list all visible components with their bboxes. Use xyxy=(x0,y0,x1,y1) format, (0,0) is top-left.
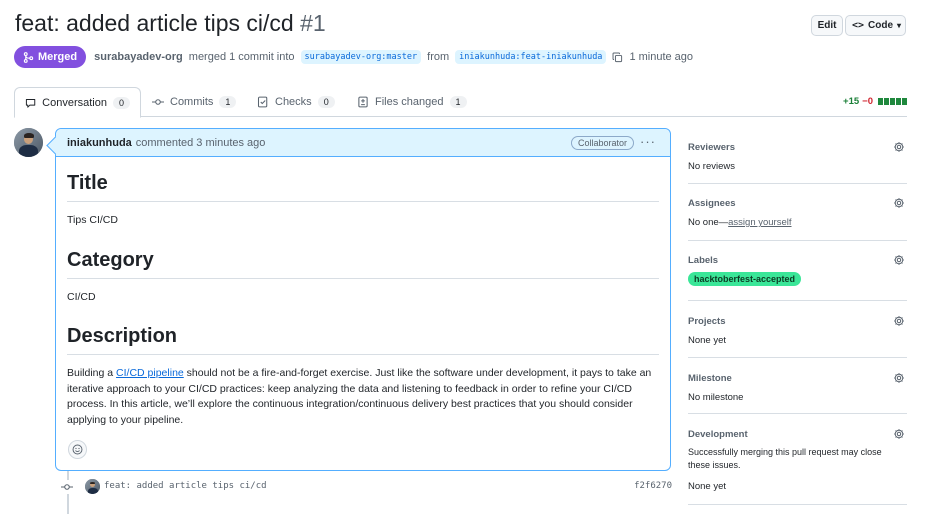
gear-icon[interactable] xyxy=(893,428,905,440)
sidebar-reviewers: Reviewers No reviews xyxy=(688,128,907,184)
milestone-value: No milestone xyxy=(688,392,744,403)
tab-files-changed-count: 1 xyxy=(449,96,467,108)
diffstat-block xyxy=(878,98,883,105)
assignees-none-text: No one— xyxy=(688,217,729,228)
diffstat-deletions: −0 xyxy=(862,96,873,107)
ci-cd-pipeline-link[interactable]: CI/CD pipeline xyxy=(116,367,184,379)
tab-conversation[interactable]: Conversation 0 xyxy=(14,87,141,118)
merge-actor-link[interactable]: surabayadev-org xyxy=(94,51,183,63)
comment-body: Title Tips CI/CD Category CI/CD Descript… xyxy=(56,172,670,428)
smiley-icon xyxy=(72,444,83,455)
diffstat: +15 −0 xyxy=(843,96,907,107)
gear-icon[interactable] xyxy=(893,372,905,384)
code-button[interactable]: <> Code ▾ xyxy=(845,15,906,36)
milestone-heading[interactable]: Milestone xyxy=(688,373,732,384)
tab-conversation-label: Conversation xyxy=(42,96,107,109)
pr-state-row: Merged surabayadev-org merged 1 commit i… xyxy=(14,46,693,68)
diffstat-block xyxy=(902,98,907,105)
reviewers-heading[interactable]: Reviewers xyxy=(688,142,735,153)
development-note: Successfully merging this pull request m… xyxy=(688,447,882,470)
comment-meta: commented 3 minutes ago xyxy=(135,136,266,149)
development-value: None yet xyxy=(688,481,727,492)
tab-commits-label: Commits xyxy=(170,96,214,108)
comment-author-avatar[interactable] xyxy=(14,128,43,157)
heading-description: Description xyxy=(67,325,659,355)
description-text: Building a CI/CD pipeline should not be … xyxy=(67,366,659,428)
gear-icon[interactable] xyxy=(893,141,905,153)
pr-tabs: Conversation 0 Commits 1 Checks 0 Files … xyxy=(14,87,907,118)
sidebar-assignees: Assignees No one—assign yourself xyxy=(688,184,907,241)
projects-heading[interactable]: Projects xyxy=(688,316,726,327)
sidebar-development: Development Successfully merging this pu… xyxy=(688,414,907,505)
comment-author-link[interactable]: iniakunhuda xyxy=(67,137,132,149)
comment-icon xyxy=(25,98,36,108)
tab-checks[interactable]: Checks 0 xyxy=(247,87,345,117)
code-button-label: Code xyxy=(868,20,894,31)
copy-icon[interactable] xyxy=(612,52,623,63)
add-reaction-button[interactable] xyxy=(68,440,87,459)
description-pre: Building a xyxy=(67,367,117,379)
from-text: from xyxy=(427,51,450,63)
edit-button[interactable]: Edit xyxy=(811,15,843,36)
pr-sidebar: Reviewers No reviews Assignees No one—as… xyxy=(688,128,907,505)
sidebar-milestone: Milestone No milestone xyxy=(688,358,907,414)
commit-icon xyxy=(60,480,74,494)
commit-author-avatar[interactable] xyxy=(85,479,100,494)
diffstat-additions: +15 xyxy=(843,96,860,107)
comment-header: iniakunhuda commented 3 minutes ago Coll… xyxy=(56,129,670,157)
merge-icon xyxy=(23,51,34,63)
tab-conversation-count: 0 xyxy=(112,96,130,109)
development-heading[interactable]: Development xyxy=(688,429,748,440)
merge-time: 1 minute ago xyxy=(629,51,694,63)
merged-badge-label: Merged xyxy=(38,51,78,63)
diffstat-block xyxy=(890,98,895,105)
kebab-menu-icon[interactable]: ··· xyxy=(640,134,656,149)
assignees-heading[interactable]: Assignees xyxy=(688,198,736,209)
tab-files-changed-label: Files changed xyxy=(375,96,444,108)
commit-sha-link[interactable]: f2f6270 xyxy=(634,481,672,491)
pr-number: #1 xyxy=(300,10,326,36)
pr-title-text: feat: added article tips ci/cd xyxy=(15,10,294,36)
checklist-icon xyxy=(257,96,268,108)
tab-files-changed[interactable]: Files changed 1 xyxy=(347,87,477,117)
labels-heading[interactable]: Labels xyxy=(688,255,718,266)
diffstat-blocks xyxy=(878,98,907,105)
base-branch-link[interactable]: surabayadev-org:master xyxy=(300,50,422,64)
heading-title: Title xyxy=(67,172,659,202)
diffstat-block xyxy=(896,98,901,105)
tab-commits[interactable]: Commits 1 xyxy=(142,87,246,117)
title-value: Tips CI/CD xyxy=(67,214,118,226)
pr-description-comment: iniakunhuda commented 3 minutes ago Coll… xyxy=(55,128,671,471)
head-branch-link[interactable]: iniakunhuda:feat-iniakunhuda xyxy=(455,50,607,64)
projects-value: None yet xyxy=(688,335,727,346)
tab-checks-label: Checks xyxy=(275,96,312,108)
edit-button-label: Edit xyxy=(817,20,837,31)
gear-icon[interactable] xyxy=(893,254,905,266)
code-icon: <> xyxy=(852,20,865,31)
label-hacktoberfest-accepted[interactable]: hacktoberfest-accepted xyxy=(688,272,802,286)
sidebar-projects: Projects None yet xyxy=(688,301,907,358)
sidebar-labels: Labels hacktoberfest-accepted xyxy=(688,241,907,301)
labels-list: hacktoberfest-accepted xyxy=(688,272,802,286)
diffstat-block xyxy=(884,98,889,105)
chevron-down-icon: ▾ xyxy=(897,21,902,30)
gear-icon[interactable] xyxy=(893,315,905,327)
pr-title: feat: added article tips ci/cd #1 xyxy=(15,10,326,37)
gear-icon[interactable] xyxy=(893,197,905,209)
timeline-commit: feat: added article tips ci/cd f2f6270 xyxy=(60,478,672,496)
tab-checks-count: 0 xyxy=(317,96,335,108)
file-diff-icon xyxy=(358,96,368,108)
heading-category: Category xyxy=(67,249,659,279)
pr-header: feat: added article tips ci/cd #1 Edit <… xyxy=(15,10,921,44)
assign-yourself-link[interactable]: assign yourself xyxy=(728,217,791,228)
category-value: CI/CD xyxy=(67,290,96,303)
assignees-value: No one—assign yourself xyxy=(688,216,792,229)
commit-message-link[interactable]: feat: added article tips ci/cd xyxy=(104,481,267,491)
merged-badge: Merged xyxy=(14,46,87,68)
tab-commits-count: 1 xyxy=(219,96,237,108)
commit-icon xyxy=(152,99,164,105)
merge-action-text: merged 1 commit into xyxy=(188,51,295,63)
reviewers-value: No reviews xyxy=(688,161,735,172)
collaborator-badge: Collaborator xyxy=(570,136,634,150)
